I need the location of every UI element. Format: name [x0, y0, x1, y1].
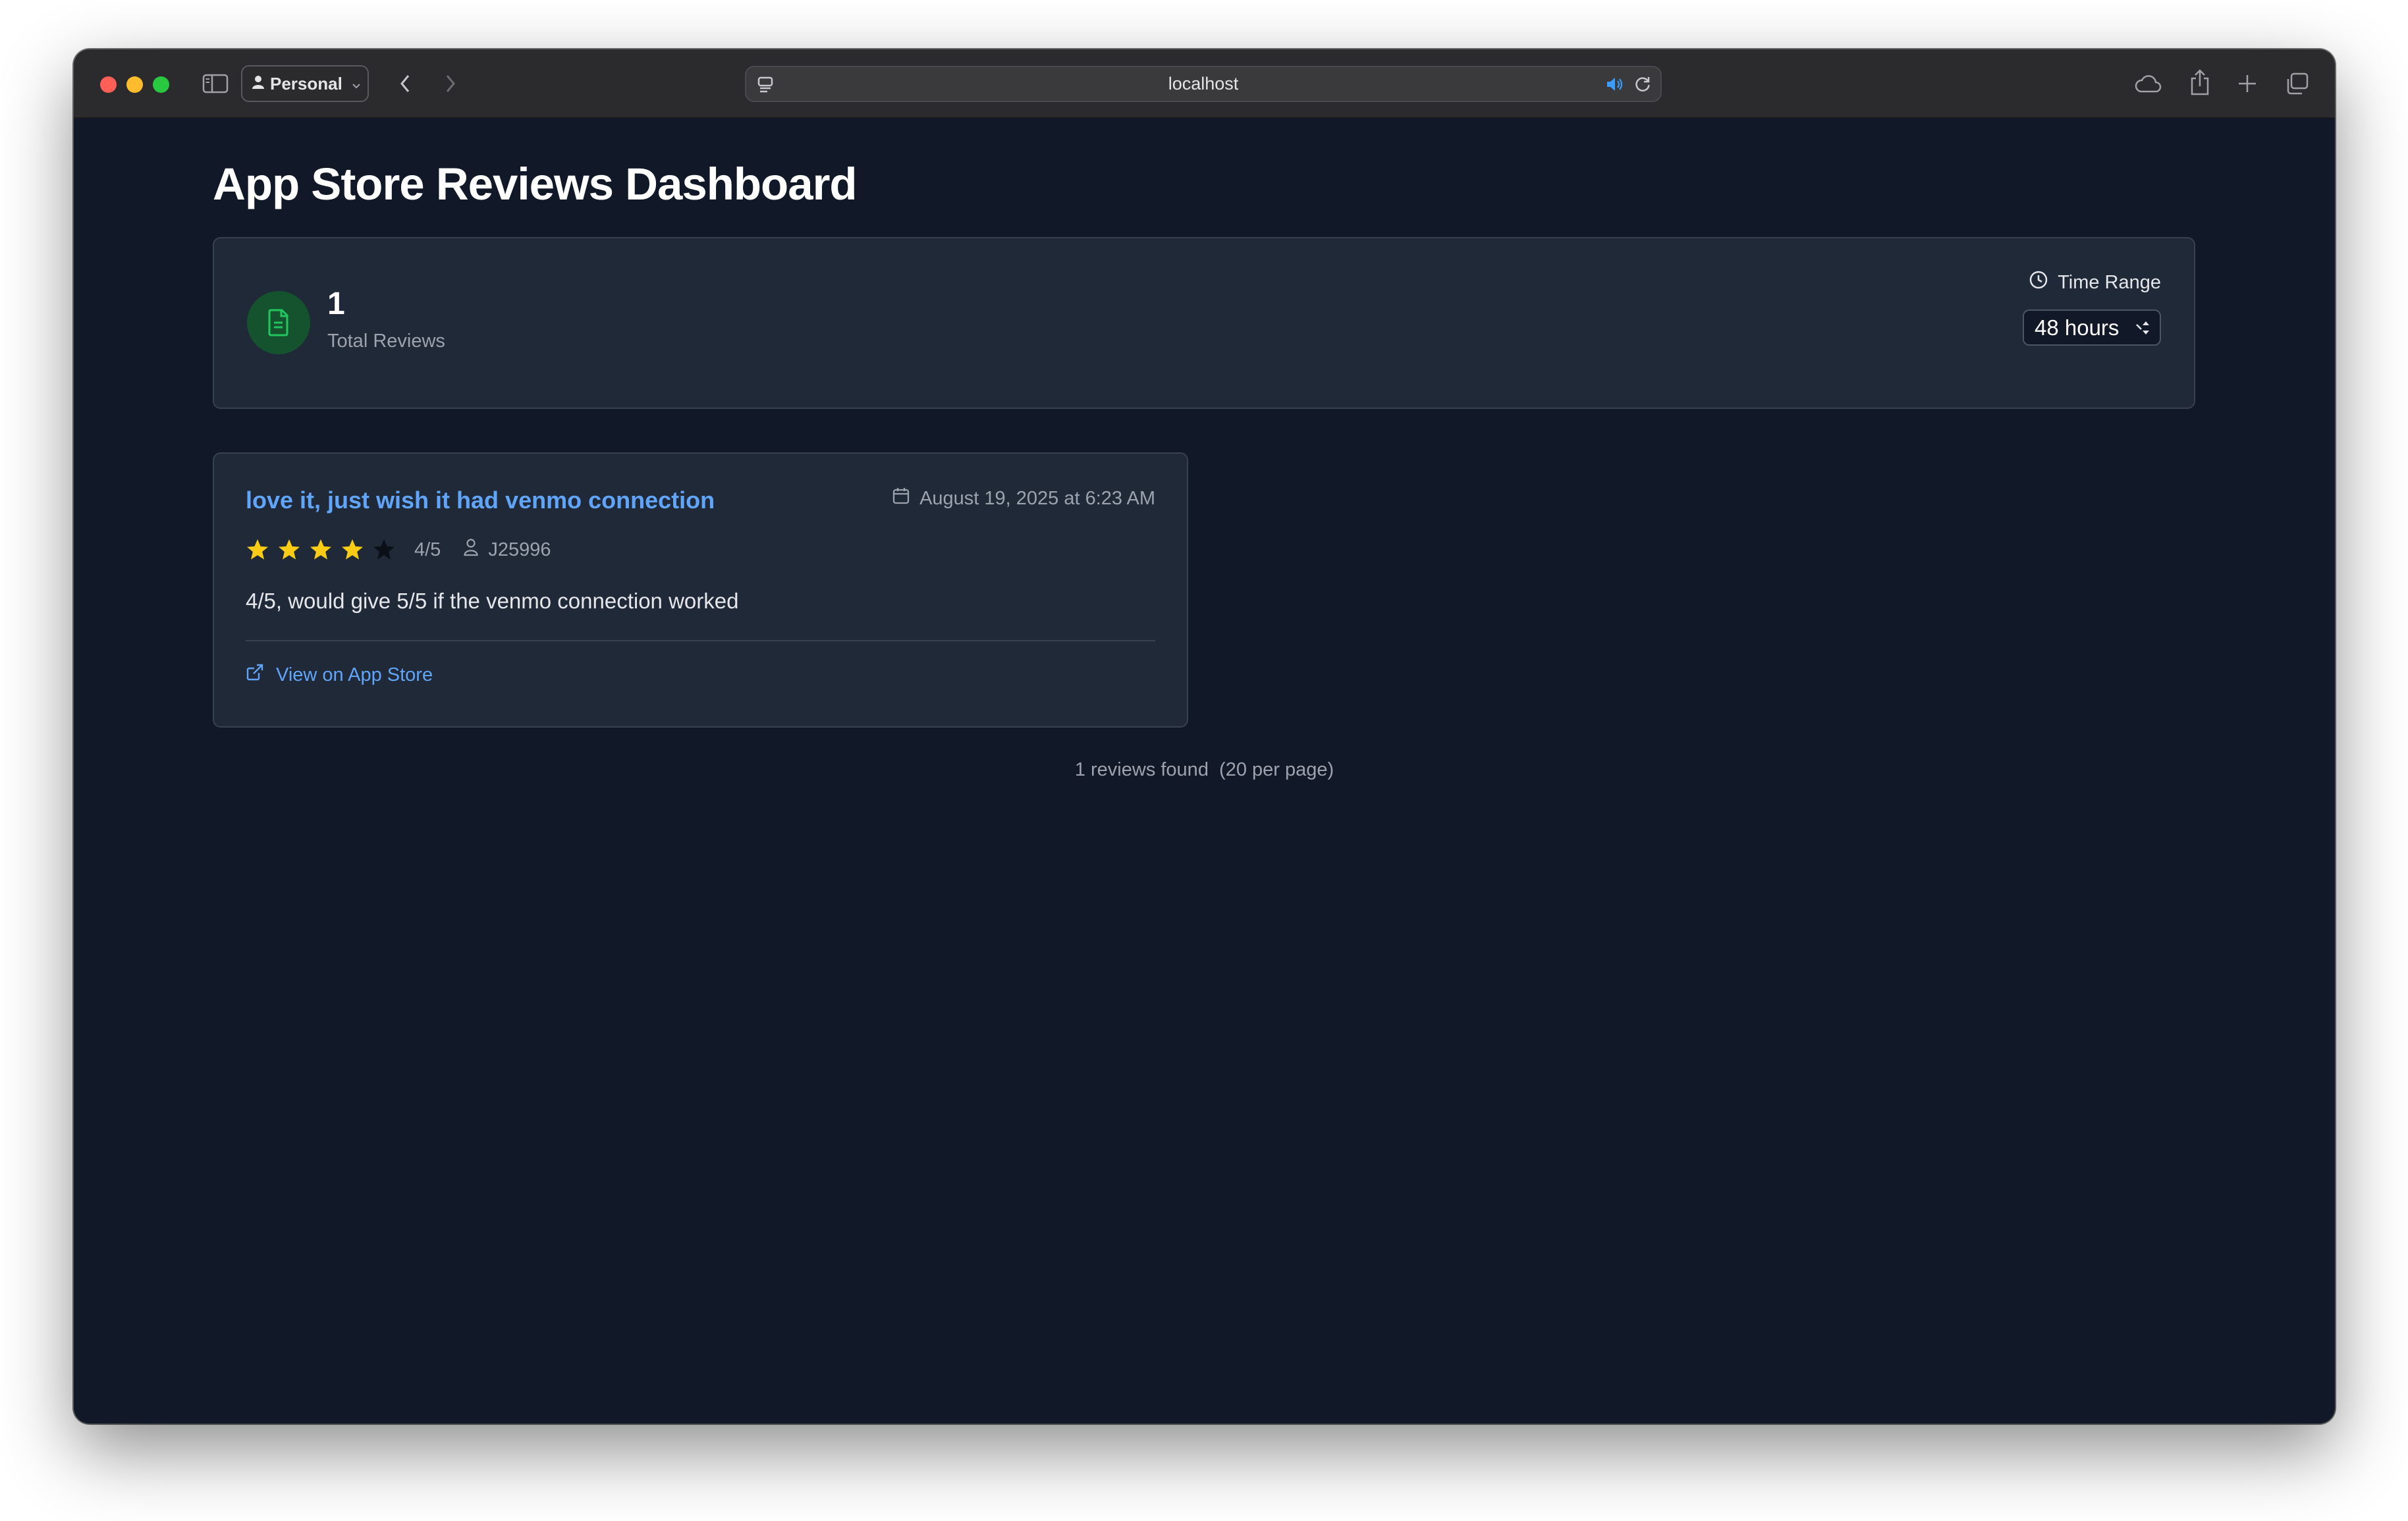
chevron-right-icon[interactable] [437, 70, 464, 97]
star-filled-icon [342, 539, 363, 560]
plus-icon[interactable] [2234, 70, 2260, 97]
review-body: 4/5, would give 5/5 if the venmo connect… [246, 589, 739, 613]
time-range-label-text: Time Range [2058, 271, 2161, 293]
zoom-window-button[interactable] [153, 76, 169, 93]
tabs-overview-icon[interactable] [2284, 70, 2311, 97]
time-range-label: Time Range [2029, 270, 2161, 295]
url-text: localhost [1168, 74, 1239, 93]
person-icon [252, 74, 265, 94]
profile-label: Personal [270, 73, 342, 93]
time-range-select[interactable]: 48 hours [2023, 309, 2161, 346]
divider [246, 640, 1155, 641]
chevron-left-icon[interactable] [392, 70, 418, 97]
document-icon [247, 291, 310, 354]
page-content: App Store Reviews Dashboard 1 Total Revi… [74, 119, 2335, 1424]
total-reviews-count: 1 [327, 286, 345, 321]
clock-icon [2029, 270, 2048, 295]
total-reviews-label: Total Reviews [327, 331, 445, 352]
review-author: J25996 [463, 538, 551, 562]
profile-button[interactable]: Personal [241, 65, 369, 102]
review-title: love it, just wish it had venmo connecti… [246, 487, 715, 514]
reload-icon[interactable] [1631, 74, 1654, 94]
time-range-filter: Time Range 48 hours [2023, 270, 2161, 346]
calendar-icon [892, 487, 910, 510]
browser-window: Personal localhost App Store Reviews Das… [74, 49, 2335, 1424]
review-card: love it, just wish it had venmo connecti… [213, 452, 1188, 728]
minimize-window-button[interactable] [126, 76, 143, 93]
view-on-app-store-label: View on App Store [276, 664, 433, 685]
review-date: August 19, 2025 at 6:23 AM [892, 487, 1155, 510]
browser-toolbar: Personal localhost [74, 49, 2335, 119]
close-window-button[interactable] [100, 76, 117, 93]
cloud-icon[interactable] [2131, 69, 2164, 98]
results-count: 1 reviews found (20 per page) [1074, 759, 1334, 780]
review-date-text: August 19, 2025 at 6:23 AM [919, 487, 1155, 509]
address-bar[interactable]: localhost [745, 66, 1662, 102]
select-arrows-icon [2133, 317, 2153, 344]
page-title: App Store Reviews Dashboard [213, 159, 858, 209]
share-icon[interactable] [2185, 67, 2214, 98]
external-link-icon [246, 663, 264, 687]
star-rating [246, 538, 396, 562]
review-meta: 4/5 J25996 [246, 537, 551, 563]
view-on-app-store-link[interactable]: View on App Store [246, 663, 433, 687]
star-filled-icon [279, 539, 300, 560]
star-filled-icon [310, 539, 331, 560]
speaker-icon[interactable] [1604, 74, 1626, 94]
sidebar-icon[interactable] [201, 72, 230, 95]
author-name: J25996 [488, 539, 551, 560]
user-icon [463, 538, 479, 562]
stats-card: 1 Total Reviews Time Range 48 hours [213, 237, 2195, 409]
star-filled-icon [247, 539, 268, 560]
star-empty-icon [373, 539, 395, 560]
time-range-selected-value: 48 hours [2035, 315, 2120, 340]
rating-text: 4/5 [414, 539, 441, 560]
chevron-down-icon [352, 74, 361, 94]
